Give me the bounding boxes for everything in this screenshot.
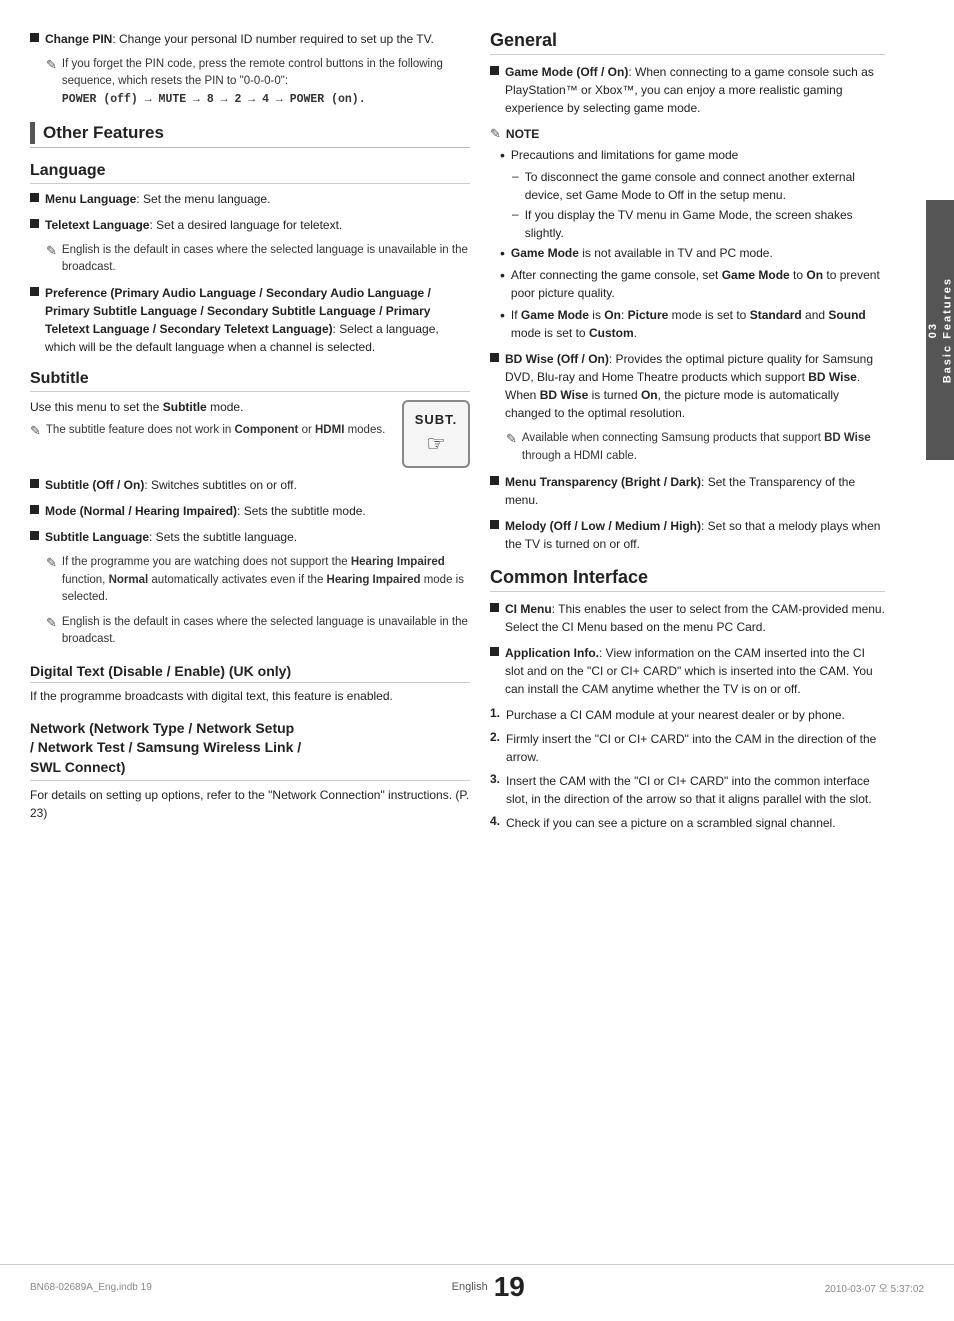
page-number: 19 xyxy=(494,1271,525,1303)
page-container: 03 Basic Features Change PIN: Change you… xyxy=(0,0,954,1321)
subtitle-off-on: Subtitle (Off / On): Switches subtitles … xyxy=(30,476,470,494)
melody-item: Melody (Off / Low / Medium / High): Set … xyxy=(490,517,885,553)
side-tab: 03 Basic Features xyxy=(926,200,954,460)
pencil-icon: ✎ xyxy=(506,431,517,447)
bd-wise-item: BD Wise (Off / On): Provides the optimal… xyxy=(490,350,885,422)
subtitle-note1: ✎ The subtitle feature does not work in … xyxy=(30,422,392,439)
bullet-square xyxy=(30,33,39,42)
game-mode-item: Game Mode (Off / On): When connecting to… xyxy=(490,63,885,117)
menu-language-item: Menu Language: Set the menu language. xyxy=(30,190,470,208)
left-column: Change PIN: Change your personal ID numb… xyxy=(30,30,470,838)
pencil-icon: ✎ xyxy=(46,57,57,73)
change-pin-item: Change PIN: Change your personal ID numb… xyxy=(30,30,470,48)
main-content: Change PIN: Change your personal ID numb… xyxy=(0,30,954,838)
footer-right: 2010-03-07 오 5:37:02 xyxy=(825,1280,924,1295)
teletext-note: ✎ English is the default in cases where … xyxy=(46,242,470,277)
numbered-item-2: 2. Firmly insert the "CI or CI+ CARD" in… xyxy=(490,730,885,766)
subtitle-lang-note1: ✎ If the programme you are watching does… xyxy=(46,554,470,606)
teletext-language-item: Teletext Language: Set a desired languag… xyxy=(30,216,470,234)
other-features-header: Other Features xyxy=(30,122,470,148)
menu-transparency-item: Menu Transparency (Bright / Dark): Set t… xyxy=(490,473,885,509)
page-footer: BN68-02689A_Eng.indb 19 English 19 2010-… xyxy=(0,1264,954,1303)
digital-text-title: Digital Text (Disable / Enable) (UK only… xyxy=(30,663,470,683)
numbered-item-1: 1. Purchase a CI CAM module at your near… xyxy=(490,706,885,724)
change-pin-note: ✎ If you forget the PIN code, press the … xyxy=(46,56,470,108)
side-tab-text: 03 Basic Features xyxy=(926,277,954,383)
subt-button: SUBT. ☞ xyxy=(402,400,470,468)
bullet-square xyxy=(30,479,39,488)
pencil-icon: ✎ xyxy=(46,243,57,259)
bullet-square xyxy=(490,647,499,656)
language-title: Language xyxy=(30,162,470,184)
numbered-item-3: 3. Insert the CAM with the "CI or CI+ CA… xyxy=(490,772,885,808)
pencil-icon: ✎ xyxy=(30,423,41,439)
network-body: For details on setting up options, refer… xyxy=(30,786,470,822)
bullet-square xyxy=(30,219,39,228)
bullet-square xyxy=(490,603,499,612)
note-box: ✎ NOTE • Precautions and limitations for… xyxy=(490,125,885,342)
pencil-icon: ✎ xyxy=(490,126,501,142)
page-number-area: English 19 xyxy=(452,1271,525,1303)
bullet-square xyxy=(490,476,499,485)
footer-left: BN68-02689A_Eng.indb 19 xyxy=(30,1282,152,1293)
application-info-item: Application Info.: View information on t… xyxy=(490,644,885,698)
subtitle-row: Use this menu to set the Subtitle mode. … xyxy=(30,398,470,468)
general-title: General xyxy=(490,30,885,55)
bd-wise-note: ✎ Available when connecting Samsung prod… xyxy=(506,430,885,465)
bullet-square xyxy=(490,66,499,75)
network-title: Network (Network Type / Network Setup/ N… xyxy=(30,719,470,782)
language-label: English xyxy=(452,1281,488,1293)
subtitle-lang-note2: ✎ English is the default in cases where … xyxy=(46,614,470,649)
subtitle-title: Subtitle xyxy=(30,370,470,392)
change-pin-note-text: If you forget the PIN code, press the re… xyxy=(62,56,470,108)
pencil-icon: ✎ xyxy=(46,555,57,571)
ci-menu-item: CI Menu: This enables the user to select… xyxy=(490,600,885,636)
right-column: General Game Mode (Off / On): When conne… xyxy=(490,30,920,838)
subtitle-language: Subtitle Language: Sets the subtitle lan… xyxy=(30,528,470,546)
preference-item: Preference (Primary Audio Language / Sec… xyxy=(30,284,470,356)
bullet-square xyxy=(30,531,39,540)
change-pin-text: Change PIN: Change your personal ID numb… xyxy=(45,30,434,48)
section-bar xyxy=(30,122,35,144)
bullet-square xyxy=(30,287,39,296)
subtitle-mode: Mode (Normal / Hearing Impaired): Sets t… xyxy=(30,502,470,520)
bullet-square xyxy=(490,353,499,362)
common-interface-title: Common Interface xyxy=(490,567,885,592)
bullet-square xyxy=(490,520,499,529)
pencil-icon: ✎ xyxy=(46,615,57,631)
bullet-square xyxy=(30,193,39,202)
numbered-item-4: 4. Check if you can see a picture on a s… xyxy=(490,814,885,832)
digital-text-body: If the programme broadcasts with digital… xyxy=(30,687,470,705)
bullet-square xyxy=(30,505,39,514)
